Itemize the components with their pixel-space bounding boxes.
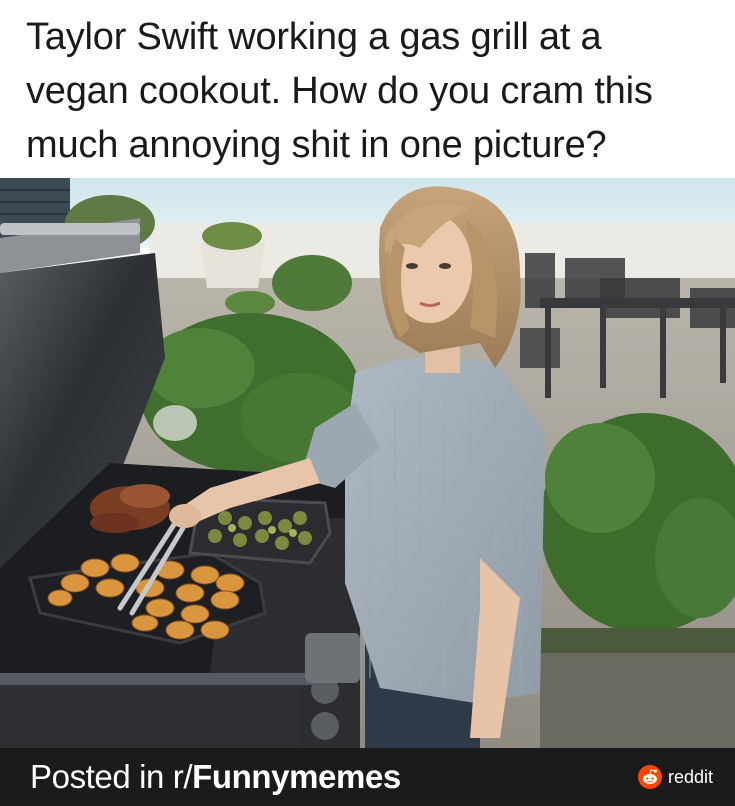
meme-caption: Taylor Swift working a gas grill at a veg…: [0, 0, 735, 178]
caption-text: Taylor Swift working a gas grill at a veg…: [26, 10, 715, 172]
meme-photo: [0, 178, 735, 748]
caption-line-2: vegan cookout. How do you cram this: [26, 70, 653, 112]
hand: [169, 504, 201, 528]
reddit-wordmark: reddit: [667, 766, 713, 787]
caption-line-1: Taylor Swift working a gas grill at a: [26, 16, 602, 58]
grill-knob: [311, 712, 339, 740]
caption-line-3: much annoying shit in one picture?: [26, 124, 607, 166]
reddit-brand[interactable]: reddit: [637, 765, 713, 789]
shrub: [272, 255, 352, 311]
reddit-alien-icon: [637, 765, 662, 789]
subreddit-name[interactable]: Funnymemes: [192, 758, 401, 795]
posted-in-bar: Posted in r/Funnymemes reddit: [0, 748, 735, 806]
posted-in-text: Posted in r/Funnymemes: [30, 758, 401, 796]
meme-card: Taylor Swift working a gas grill at a veg…: [0, 0, 735, 806]
photo-illustration: [0, 178, 735, 748]
posted-prefix: Posted in r/: [30, 758, 193, 795]
